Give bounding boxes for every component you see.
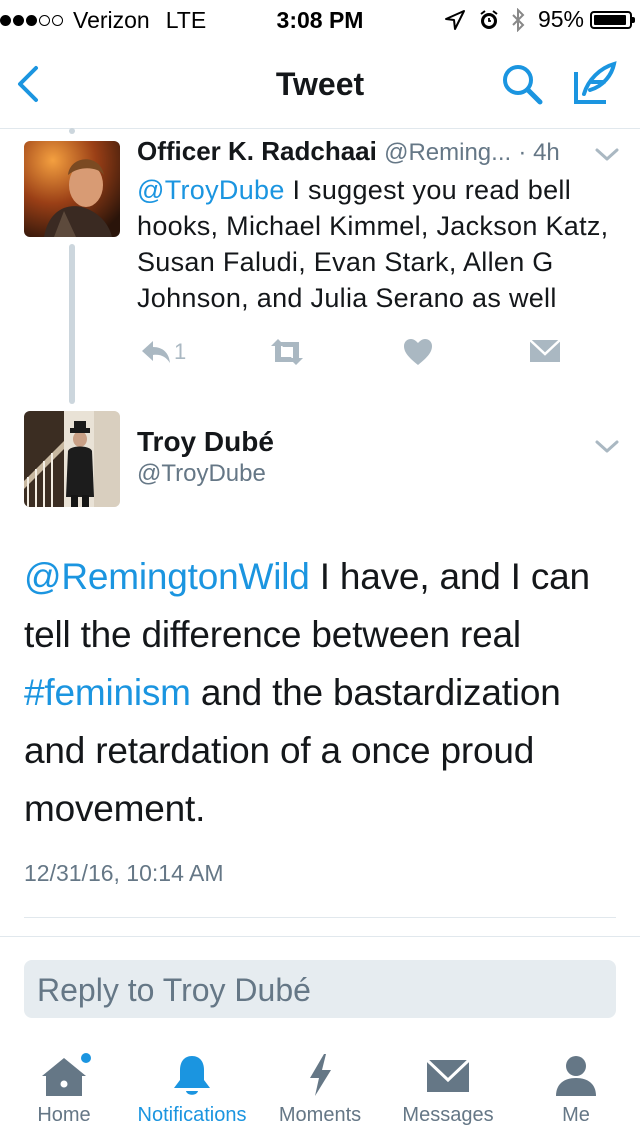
reply-input[interactable]: Reply to Troy Dubé (24, 960, 616, 1018)
parent-tweet-author-handle[interactable]: @Reming... (384, 139, 511, 166)
tab-notifications[interactable]: Notifications (128, 1040, 256, 1136)
tweet-text: @RemingtonWild I have, and I can tell th… (24, 548, 624, 838)
tab-label-me: Me (562, 1104, 590, 1126)
status-indicators: 95% (444, 6, 635, 33)
battery-fill (594, 14, 627, 25)
tab-home[interactable]: Home (0, 1040, 128, 1136)
battery-percentage: 95% (537, 6, 584, 32)
hashtag-link[interactable]: #feminism (24, 672, 191, 713)
reply-icon (142, 341, 170, 363)
status-bar: Verizon LTE 3:08 PM 95% (0, 0, 640, 40)
tweet-timestamp: 12/31/16, 10:14 AM (24, 860, 224, 886)
tab-moments[interactable]: Moments (256, 1040, 384, 1136)
tab-me[interactable]: Me (512, 1040, 640, 1136)
lightning-icon (310, 1054, 331, 1096)
tab-messages[interactable]: Messages (384, 1040, 512, 1136)
avatar[interactable] (24, 411, 120, 507)
navigation-bar: Tweet (0, 40, 640, 129)
tweet-author-handle[interactable]: @TroyDube (137, 460, 266, 488)
location-icon (444, 9, 465, 30)
envelope-icon (425, 1058, 471, 1092)
bluetooth-icon (512, 7, 525, 32)
avatar[interactable] (24, 141, 120, 237)
parent-tweet-text: @TroyDube I suggest you read bell hooks,… (137, 172, 627, 316)
tab-bar: Home Notifications Moments Messages Me (0, 1040, 640, 1136)
tweet-author-name[interactable]: Troy Dubé (137, 426, 274, 458)
like-icon (404, 339, 432, 365)
chevron-down-icon[interactable] (594, 146, 620, 164)
chevron-down-icon[interactable] (594, 438, 620, 456)
bell-icon (174, 1056, 210, 1095)
retweet-icon (271, 339, 303, 365)
tab-label-home: Home (37, 1104, 91, 1126)
parent-tweet-time: · 4h (518, 139, 560, 166)
retweet-button[interactable] (269, 332, 305, 372)
direct-message-icon (529, 339, 561, 362)
tab-label-moments: Moments (278, 1104, 362, 1126)
battery-icon (590, 10, 635, 29)
home-icon (42, 1053, 91, 1096)
page-title: Tweet (275, 66, 365, 102)
compose-icon[interactable] (572, 60, 618, 106)
divider (24, 917, 616, 918)
reply-placeholder: Reply to Troy Dubé (37, 972, 311, 1008)
thread-line-top (69, 128, 75, 134)
parent-tweet-author-name[interactable]: Officer K. Radchaai (137, 136, 377, 166)
mention-link[interactable]: @TroyDube (137, 175, 285, 205)
reply-count: 1 (174, 339, 187, 364)
person-icon (556, 1056, 596, 1096)
divider (0, 936, 640, 937)
parent-tweet-header: Officer K. Radchaai @Reming... · 4h (137, 136, 560, 167)
mention-link[interactable]: @RemingtonWild (24, 556, 310, 597)
thread-line (69, 244, 75, 404)
alarm-icon (480, 9, 498, 29)
direct-message-button[interactable] (529, 332, 561, 372)
like-button[interactable] (403, 332, 433, 372)
tweet-actions: 1 (0, 332, 640, 372)
tab-label-messages: Messages (402, 1104, 494, 1126)
tab-label-notifications: Notifications (137, 1104, 247, 1126)
search-icon[interactable] (500, 62, 544, 106)
reply-button[interactable]: 1 (140, 332, 186, 372)
